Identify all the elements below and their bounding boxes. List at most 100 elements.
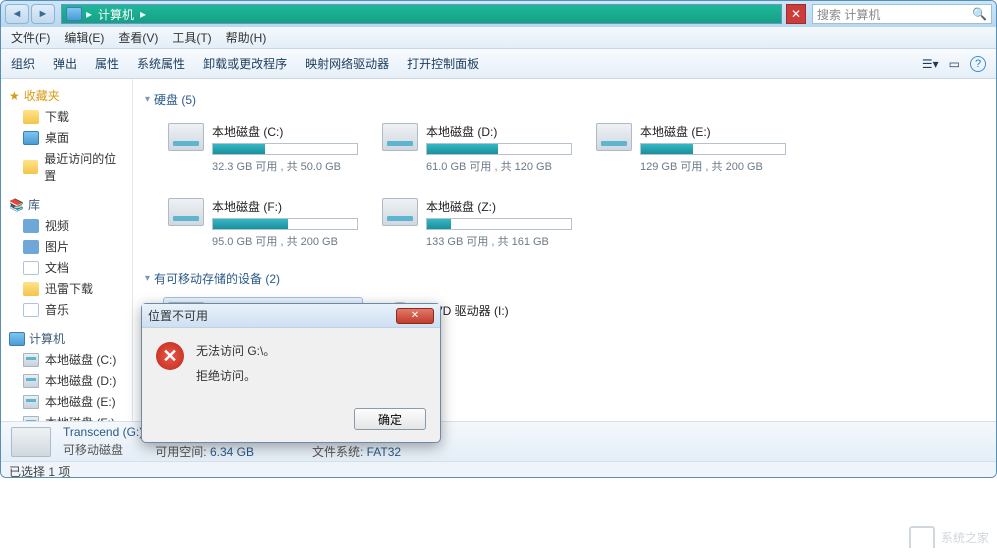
drive-icon bbox=[23, 395, 39, 409]
tool-system-properties[interactable]: 系统属性 bbox=[137, 55, 185, 72]
tool-organize[interactable]: 组织 bbox=[11, 55, 35, 72]
dialog-message-2: 拒绝访问。 bbox=[196, 367, 275, 386]
sidebar-item-documents[interactable]: 文档 bbox=[5, 257, 128, 278]
drive-free-text: 61.0 GB 可用 , 共 120 GB bbox=[426, 158, 572, 174]
drive-item[interactable]: 本地磁盘 (C:)32.3 GB 可用 , 共 50.0 GB bbox=[163, 118, 363, 179]
details-free-value: 6.34 GB bbox=[210, 445, 254, 459]
statusbar: 已选择 1 项 bbox=[1, 461, 996, 477]
watermark: 系统之家 bbox=[909, 526, 989, 548]
folder-icon bbox=[23, 110, 39, 124]
drive-free-text: 129 GB 可用 , 共 200 GB bbox=[640, 158, 786, 174]
picture-icon bbox=[23, 240, 39, 254]
group-removable[interactable]: ▾有可移动存储的设备 (2) bbox=[145, 266, 984, 291]
drive-item[interactable]: 本地磁盘 (D:)61.0 GB 可用 , 共 120 GB bbox=[377, 118, 577, 179]
drive-icon bbox=[23, 353, 39, 367]
drive-free-text: 133 GB 可用 , 共 161 GB bbox=[426, 233, 572, 249]
address-bar[interactable]: ▸ 计算机 ▸ bbox=[61, 4, 782, 24]
details-fs-label: 文件系统: bbox=[312, 445, 363, 459]
tool-eject[interactable]: 弹出 bbox=[53, 55, 77, 72]
tool-properties[interactable]: 属性 bbox=[95, 55, 119, 72]
drive-capacity-bar bbox=[212, 218, 358, 230]
menu-tools[interactable]: 工具(T) bbox=[172, 29, 211, 46]
menu-help[interactable]: 帮助(H) bbox=[226, 29, 267, 46]
menu-file[interactable]: 文件(F) bbox=[11, 29, 50, 46]
titlebar: ◄ ► ▸ 计算机 ▸ ✕ 搜索 计算机 🔍 bbox=[1, 1, 996, 27]
drive-name: 本地磁盘 (Z:) bbox=[426, 198, 572, 215]
chevron-right-icon: ▸ bbox=[140, 7, 146, 21]
drive-free-text: 32.3 GB 可用 , 共 50.0 GB bbox=[212, 158, 358, 174]
preview-pane-icon[interactable]: ▭ bbox=[949, 57, 960, 71]
hard-drive-icon bbox=[168, 198, 204, 226]
error-dialog: 位置不可用 ✕ ✕ 无法访问 G:\。 拒绝访问。 确定 bbox=[141, 303, 441, 443]
drive-name: 本地磁盘 (E:) bbox=[640, 123, 786, 140]
hard-drive-icon bbox=[596, 123, 632, 151]
music-icon bbox=[23, 303, 39, 317]
sidebar-drive-d[interactable]: 本地磁盘 (D:) bbox=[5, 370, 128, 391]
address-close-button[interactable]: ✕ bbox=[786, 4, 806, 24]
folder-icon bbox=[23, 282, 39, 296]
drive-item[interactable]: 本地磁盘 (Z:) 133 GB 可用 , 共 161 GB bbox=[377, 193, 577, 254]
computer-icon bbox=[9, 332, 25, 346]
drive-name: DVD 驱动器 (I:) bbox=[426, 302, 572, 319]
details-free-label: 可用空间: bbox=[155, 445, 206, 459]
sidebar-drive-c[interactable]: 本地磁盘 (C:) bbox=[5, 349, 128, 370]
sidebar-favorites-header[interactable]: ★ 收藏夹 bbox=[5, 85, 128, 106]
sidebar-item-downloads[interactable]: 下载 bbox=[5, 106, 128, 127]
group-hard-disks[interactable]: ▾硬盘 (5) bbox=[145, 87, 984, 112]
drive-item[interactable]: 本地磁盘 (E:) 129 GB 可用 , 共 200 GB bbox=[591, 118, 791, 179]
tool-control-panel[interactable]: 打开控制面板 bbox=[407, 55, 479, 72]
computer-icon bbox=[66, 7, 82, 21]
sidebar-libraries-header[interactable]: 📚 库 bbox=[5, 194, 128, 215]
document-icon bbox=[23, 261, 39, 275]
sidebar-item-pictures[interactable]: 图片 bbox=[5, 236, 128, 257]
folder-icon bbox=[23, 160, 38, 174]
dialog-titlebar[interactable]: 位置不可用 ✕ bbox=[142, 304, 440, 328]
sidebar-item-desktop[interactable]: 桌面 bbox=[5, 127, 128, 148]
dialog-close-button[interactable]: ✕ bbox=[396, 308, 434, 324]
drive-icon bbox=[11, 427, 51, 457]
drive-name: 本地磁盘 (F:) bbox=[212, 198, 358, 215]
sidebar-drive-e[interactable]: 本地磁盘 (E:) bbox=[5, 391, 128, 412]
watermark-logo-icon bbox=[909, 526, 935, 548]
menu-edit[interactable]: 编辑(E) bbox=[64, 29, 104, 46]
dialog-title: 位置不可用 bbox=[148, 307, 208, 324]
help-icon[interactable]: ? bbox=[970, 56, 986, 72]
dialog-ok-button[interactable]: 确定 bbox=[354, 408, 426, 430]
desktop-icon bbox=[23, 131, 39, 145]
hard-drive-icon bbox=[382, 123, 418, 151]
sidebar-computer-header[interactable]: 计算机 bbox=[5, 328, 128, 349]
drive-capacity-bar bbox=[640, 143, 786, 155]
sidebar-item-thunder[interactable]: 迅雷下载 bbox=[5, 278, 128, 299]
details-type: 可移动磁盘 bbox=[63, 441, 143, 458]
drive-free-text: 95.0 GB 可用 , 共 200 GB bbox=[212, 233, 358, 249]
search-placeholder: 搜索 计算机 bbox=[817, 6, 880, 23]
tool-uninstall[interactable]: 卸载或更改程序 bbox=[203, 55, 287, 72]
video-icon bbox=[23, 219, 39, 233]
sidebar-item-videos[interactable]: 视频 bbox=[5, 215, 128, 236]
drive-capacity-bar bbox=[426, 143, 572, 155]
drive-item[interactable]: 本地磁盘 (F:) 95.0 GB 可用 , 共 200 GB bbox=[163, 193, 363, 254]
details-name: Transcend (G:) bbox=[63, 425, 143, 439]
explorer-window: ◄ ► ▸ 计算机 ▸ ✕ 搜索 计算机 🔍 文件(F) 编辑(E) 查看(V)… bbox=[0, 0, 997, 478]
menubar: 文件(F) 编辑(E) 查看(V) 工具(T) 帮助(H) bbox=[1, 27, 996, 49]
collapse-icon: ▾ bbox=[145, 273, 150, 284]
tool-map-drive[interactable]: 映射网络驱动器 bbox=[305, 55, 389, 72]
sidebar-drive-f[interactable]: 本地磁盘 (F:) bbox=[5, 412, 128, 421]
toolbar: 组织 弹出 属性 系统属性 卸载或更改程序 映射网络驱动器 打开控制面板 ☰▾ … bbox=[1, 49, 996, 79]
nav-forward-button[interactable]: ► bbox=[31, 4, 55, 24]
watermark-text: 系统之家 bbox=[941, 529, 989, 546]
hard-drive-icon bbox=[168, 123, 204, 151]
search-icon: 🔍 bbox=[972, 7, 987, 21]
nav-back-button[interactable]: ◄ bbox=[5, 4, 29, 24]
breadcrumb-computer[interactable]: 计算机 bbox=[92, 6, 140, 23]
view-options-icon[interactable]: ☰▾ bbox=[922, 57, 939, 71]
drive-capacity-bar bbox=[212, 143, 358, 155]
sidebar-item-music[interactable]: 音乐 bbox=[5, 299, 128, 320]
menu-view[interactable]: 查看(V) bbox=[118, 29, 158, 46]
search-input[interactable]: 搜索 计算机 🔍 bbox=[812, 4, 992, 24]
dialog-message-1: 无法访问 G:\。 bbox=[196, 342, 275, 361]
details-fs-value: FAT32 bbox=[367, 445, 401, 459]
drive-capacity-bar bbox=[426, 218, 572, 230]
sidebar-item-recent[interactable]: 最近访问的位置 bbox=[5, 148, 128, 186]
collapse-icon: ▾ bbox=[145, 94, 150, 105]
